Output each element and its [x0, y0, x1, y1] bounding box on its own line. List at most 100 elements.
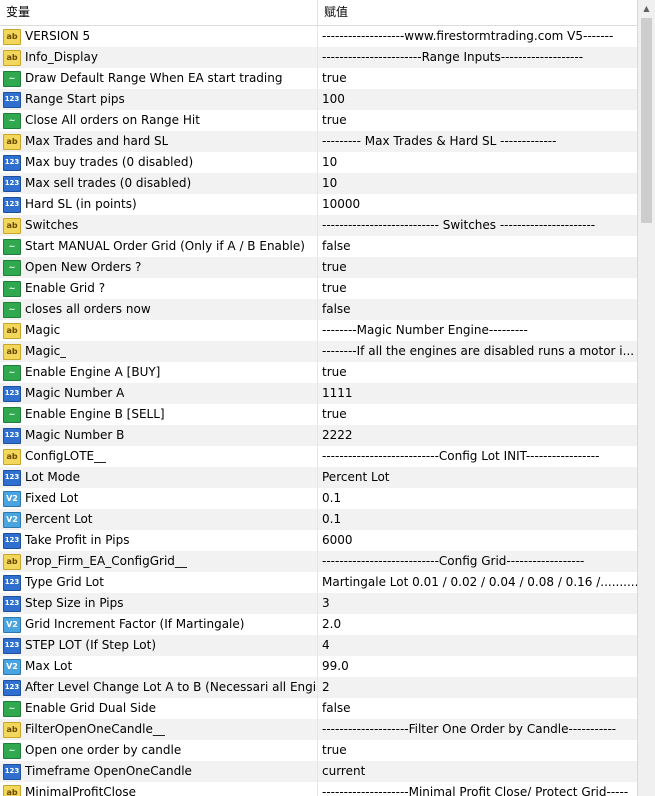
- value-cell[interactable]: 6000: [318, 530, 637, 551]
- value-cell[interactable]: true: [318, 257, 637, 278]
- table-row[interactable]: ~ Enable Engine B [SELL] true: [0, 404, 637, 425]
- table-row[interactable]: ab MinimalProfitClose --------------------…: [0, 782, 637, 796]
- table-row[interactable]: ~ closes all orders now false: [0, 299, 637, 320]
- value-cell[interactable]: ---------------------------Config Grid--…: [318, 551, 637, 572]
- table-row[interactable]: V2 Grid Increment Factor (If Martingale) 2…: [0, 614, 637, 635]
- variable-cell[interactable]: ~ Start MANUAL Order Grid (Only if A / B …: [0, 236, 318, 257]
- variable-cell[interactable]: ab Switches: [0, 215, 318, 236]
- table-row[interactable]: ab ConfigLOTE__ --------------------------…: [0, 446, 637, 467]
- variable-cell[interactable]: ab Magic: [0, 320, 318, 341]
- vertical-scrollbar[interactable]: ▲: [638, 0, 655, 796]
- value-cell[interactable]: -------------------www.firestormtrading.…: [318, 26, 637, 47]
- variable-cell[interactable]: ~ Open one order by candle: [0, 740, 318, 761]
- value-cell[interactable]: false: [318, 236, 637, 257]
- variable-cell[interactable]: ab ConfigLOTE__: [0, 446, 318, 467]
- value-cell[interactable]: 4: [318, 635, 637, 656]
- table-row[interactable]: V2 Fixed Lot 0.1: [0, 488, 637, 509]
- variable-cell[interactable]: 123 Magic Number A: [0, 383, 318, 404]
- table-row[interactable]: ab FilterOpenOneCandle__ -----------------…: [0, 719, 637, 740]
- variable-cell[interactable]: 123 Type Grid Lot: [0, 572, 318, 593]
- value-cell[interactable]: current: [318, 761, 637, 782]
- table-row[interactable]: 123 Magic Number B 2222: [0, 425, 637, 446]
- variable-cell[interactable]: 123 Timeframe OpenOneCandle: [0, 761, 318, 782]
- value-cell[interactable]: Martingale Lot 0.01 / 0.02 / 0.04 / 0.08…: [318, 572, 637, 593]
- variable-cell[interactable]: ab Prop_Firm_EA_ConfigGrid__: [0, 551, 318, 572]
- value-cell[interactable]: --------------------Filter One Order by …: [318, 719, 637, 740]
- value-cell[interactable]: -----------------------Range Inputs-----…: [318, 47, 637, 68]
- table-row[interactable]: 123 Hard SL (in points) 10000: [0, 194, 637, 215]
- table-row[interactable]: 123 Step Size in Pips 3: [0, 593, 637, 614]
- variable-cell[interactable]: ~ Enable Grid ?: [0, 278, 318, 299]
- variable-cell[interactable]: ab Magic_: [0, 341, 318, 362]
- variable-cell[interactable]: ~ Close All orders on Range Hit: [0, 110, 318, 131]
- value-cell[interactable]: true: [318, 362, 637, 383]
- value-cell[interactable]: 1111: [318, 383, 637, 404]
- value-cell[interactable]: true: [318, 740, 637, 761]
- value-cell[interactable]: 10000: [318, 194, 637, 215]
- variable-cell[interactable]: ab Max Trades and hard SL: [0, 131, 318, 152]
- table-row[interactable]: 123 Magic Number A 1111: [0, 383, 637, 404]
- variable-cell[interactable]: 123 After Level Change Lot A to B (Necess…: [0, 677, 318, 698]
- table-row[interactable]: 123 Lot Mode Percent Lot: [0, 467, 637, 488]
- table-row[interactable]: 123 Type Grid Lot Martingale Lot 0.01 / 0.…: [0, 572, 637, 593]
- variable-cell[interactable]: 123 Magic Number B: [0, 425, 318, 446]
- table-row[interactable]: ab Magic_ --------If all the engines are d…: [0, 341, 637, 362]
- table-row[interactable]: ~ Enable Grid ? true: [0, 278, 637, 299]
- value-cell[interactable]: true: [318, 68, 637, 89]
- table-row[interactable]: ab Switches --------------------------- Sw…: [0, 215, 637, 236]
- value-cell[interactable]: true: [318, 278, 637, 299]
- value-cell[interactable]: 100: [318, 89, 637, 110]
- variable-cell[interactable]: ~ Draw Default Range When EA start tradin…: [0, 68, 318, 89]
- table-row[interactable]: 123 After Level Change Lot A to B (Necess…: [0, 677, 637, 698]
- value-cell[interactable]: 0.1: [318, 488, 637, 509]
- table-row[interactable]: ~ Enable Engine A [BUY] true: [0, 362, 637, 383]
- value-cell[interactable]: --------If all the engines are disabled …: [318, 341, 637, 362]
- variable-cell[interactable]: 123 Step Size in Pips: [0, 593, 318, 614]
- variable-cell[interactable]: 123 Lot Mode: [0, 467, 318, 488]
- value-cell[interactable]: --------- Max Trades & Hard SL ---------…: [318, 131, 637, 152]
- table-row[interactable]: 123 STEP LOT (If Step Lot) 4: [0, 635, 637, 656]
- value-cell[interactable]: 10: [318, 173, 637, 194]
- value-cell[interactable]: 99.0: [318, 656, 637, 677]
- table-row[interactable]: ab Max Trades and hard SL --------- Max Tr…: [0, 131, 637, 152]
- variable-cell[interactable]: 123 Range Start pips: [0, 89, 318, 110]
- value-cell[interactable]: 0.1: [318, 509, 637, 530]
- table-row[interactable]: V2 Percent Lot 0.1: [0, 509, 637, 530]
- variable-cell[interactable]: ~ Open New Orders ?: [0, 257, 318, 278]
- table-row[interactable]: ab VERSION 5 -------------------www.firest…: [0, 26, 637, 47]
- variable-cell[interactable]: ab VERSION 5: [0, 26, 318, 47]
- variable-cell[interactable]: ab FilterOpenOneCandle__: [0, 719, 318, 740]
- variable-cell[interactable]: V2 Grid Increment Factor (If Martingale): [0, 614, 318, 635]
- scrollbar-thumb[interactable]: [641, 18, 652, 223]
- column-header-variable[interactable]: 变量: [0, 0, 318, 25]
- table-row[interactable]: V2 Max Lot 99.0: [0, 656, 637, 677]
- value-cell[interactable]: false: [318, 299, 637, 320]
- value-cell[interactable]: 2.0: [318, 614, 637, 635]
- variable-cell[interactable]: ~ closes all orders now: [0, 299, 318, 320]
- variable-cell[interactable]: ~ Enable Engine A [BUY]: [0, 362, 318, 383]
- value-cell[interactable]: Percent Lot: [318, 467, 637, 488]
- variable-cell[interactable]: ~ Enable Engine B [SELL]: [0, 404, 318, 425]
- value-cell[interactable]: 2222: [318, 425, 637, 446]
- variable-cell[interactable]: ab MinimalProfitClose: [0, 782, 318, 796]
- table-row[interactable]: 123 Take Profit in Pips 6000: [0, 530, 637, 551]
- value-cell[interactable]: true: [318, 404, 637, 425]
- value-cell[interactable]: 2: [318, 677, 637, 698]
- value-cell[interactable]: --------Magic Number Engine---------: [318, 320, 637, 341]
- table-row[interactable]: ab Prop_Firm_EA_ConfigGrid__ -------------…: [0, 551, 637, 572]
- table-row[interactable]: ~ Close All orders on Range Hit true: [0, 110, 637, 131]
- variable-cell[interactable]: 123 Take Profit in Pips: [0, 530, 318, 551]
- value-cell[interactable]: false: [318, 698, 637, 719]
- value-cell[interactable]: --------------------------- Switches ---…: [318, 215, 637, 236]
- variable-cell[interactable]: V2 Fixed Lot: [0, 488, 318, 509]
- variable-cell[interactable]: 123 Hard SL (in points): [0, 194, 318, 215]
- value-cell[interactable]: true: [318, 110, 637, 131]
- variable-cell[interactable]: V2 Percent Lot: [0, 509, 318, 530]
- value-cell[interactable]: 10: [318, 152, 637, 173]
- variable-cell[interactable]: 123 STEP LOT (If Step Lot): [0, 635, 318, 656]
- table-row[interactable]: ab Info_Display -----------------------Ran…: [0, 47, 637, 68]
- scroll-up-arrow-icon[interactable]: ▲: [638, 0, 655, 17]
- value-cell[interactable]: 3: [318, 593, 637, 614]
- column-header-value[interactable]: 赋值: [318, 0, 637, 25]
- variable-cell[interactable]: V2 Max Lot: [0, 656, 318, 677]
